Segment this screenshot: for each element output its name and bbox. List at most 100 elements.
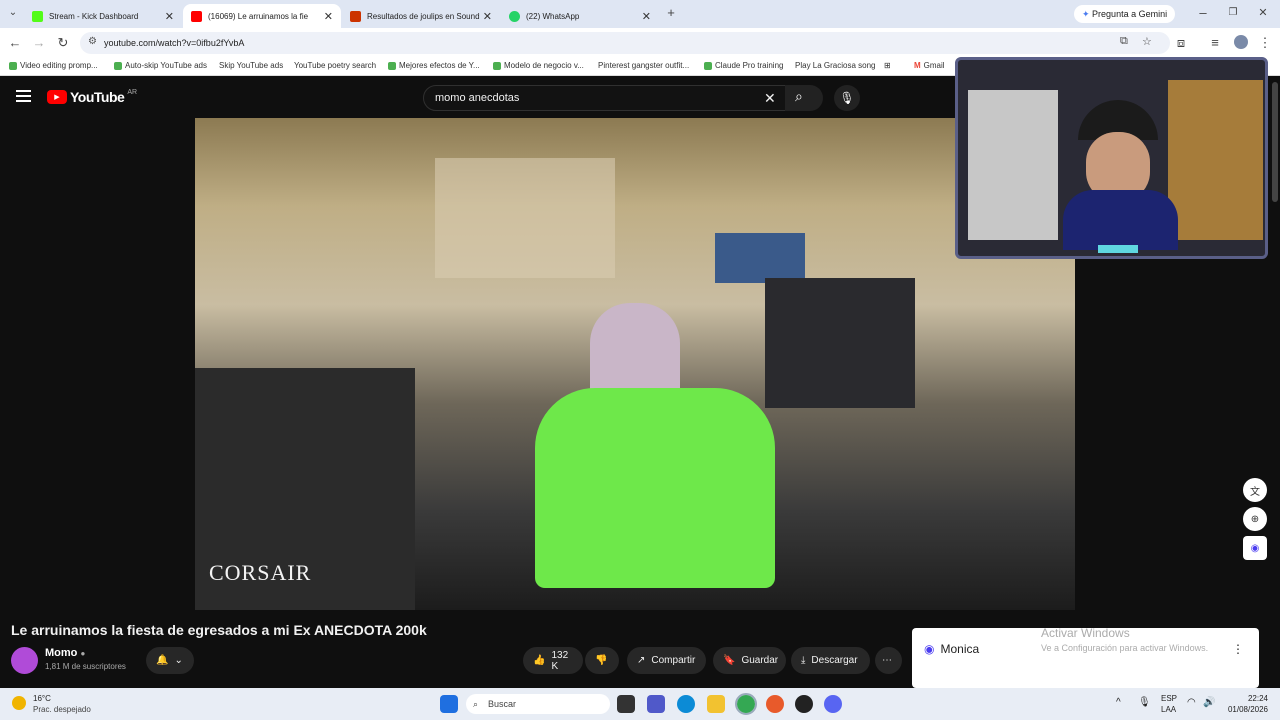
language[interactable]: ESP	[1161, 694, 1177, 703]
forward-icon[interactable]: →	[30, 34, 48, 52]
gemini-icon: ✦	[1082, 9, 1093, 19]
window-close-icon[interactable]: ✕	[1254, 4, 1272, 22]
new-tab-icon[interactable]: +	[662, 4, 680, 22]
microphone-icon[interactable]: 🎙	[1138, 697, 1151, 708]
task-view-icon[interactable]	[617, 695, 635, 713]
subscribed-bell-button[interactable]: 🔔 ⌄	[146, 647, 194, 674]
bookmark-label: Mejores efectos de Y...	[399, 61, 480, 70]
profile-avatar[interactable]	[1234, 35, 1248, 49]
start-icon[interactable]	[440, 695, 458, 713]
tab-youtube[interactable]: (16069) Le arruinamos la fie ✕	[183, 4, 341, 28]
tab-whatsapp[interactable]: (22) WhatsApp ✕	[501, 4, 659, 28]
reload-icon[interactable]: ↻	[54, 34, 72, 52]
bookmark-item[interactable]: YouTube poetry search	[294, 61, 376, 70]
volume-icon[interactable]: 🔊	[1203, 697, 1215, 708]
scrollbar[interactable]	[1272, 82, 1278, 202]
bookmark-item[interactable]: Auto-skip YouTube ads	[114, 61, 207, 70]
tab-kick[interactable]: Stream - Kick Dashboard ✕	[24, 4, 182, 28]
bookmark-item[interactable]: Skip YouTube ads	[219, 61, 283, 70]
activate-windows-title: Activar Windows	[1041, 626, 1130, 640]
youtube-icon	[191, 10, 202, 22]
bookmark-item[interactable]: M Gmail	[914, 61, 945, 70]
bookmark-item[interactable]: Claude Pro training	[704, 61, 783, 70]
chrome-icon[interactable]	[735, 693, 757, 715]
bookmark-star-icon[interactable]: ☆	[1142, 35, 1152, 48]
share-label: Compartir	[651, 655, 696, 666]
bell-icon: 🔔	[156, 655, 169, 666]
close-tab-icon[interactable]: ✕	[165, 10, 174, 23]
site-info-icon[interactable]: ⚙	[88, 36, 97, 47]
streamer-shirt	[1063, 190, 1178, 250]
bookmark-label: Claude Pro training	[715, 61, 784, 70]
discord-icon[interactable]	[824, 695, 842, 713]
search-placeholder: Buscar	[488, 699, 517, 709]
clock-time[interactable]: 22:24	[1228, 694, 1268, 703]
bookmark-item[interactable]: Pinterest gangster outfit...	[598, 61, 689, 70]
restore-icon[interactable]: ❐	[1224, 4, 1242, 22]
install-icon[interactable]: ⧉	[1120, 35, 1128, 48]
menu-icon[interactable]: ⋮	[1256, 34, 1274, 52]
app-icon[interactable]	[795, 695, 813, 713]
bookmark-icon	[493, 61, 501, 70]
channel-name-row[interactable]: Momo ●	[45, 647, 85, 659]
teams-icon[interactable]	[647, 695, 665, 713]
share-button[interactable]: ↗ Compartir	[627, 647, 706, 674]
youtube-logo[interactable]: ▶ YouTube AR	[47, 89, 137, 105]
bookmark-label: Play La Graciosa song	[795, 61, 876, 70]
taskbar-search[interactable]: ⌕ Buscar	[466, 694, 610, 714]
search-input[interactable]: momo anecdotas ✕	[423, 85, 788, 111]
hamburger-menu-icon[interactable]	[16, 90, 31, 102]
tray-chevron-icon[interactable]: ^	[1116, 697, 1121, 708]
address-bar-row: ← → ↻ ⚙ youtube.com/watch?v=0ifbu2fYvbA …	[0, 28, 1280, 58]
dislike-button[interactable]: 👎	[585, 647, 619, 674]
edge-icon[interactable]	[677, 695, 695, 713]
back-icon[interactable]: ←	[6, 34, 24, 52]
url-input[interactable]: ⚙ youtube.com/watch?v=0ifbu2fYvbA ⧉ ☆	[80, 32, 1170, 54]
bookmark-label: Auto-skip YouTube ads	[125, 61, 207, 70]
video-player[interactable]: CORSAIR	[195, 118, 1075, 610]
bookmark-item[interactable]: Modelo de negocio v...	[493, 61, 584, 70]
extension-tool-icon[interactable]: ⊕	[1243, 507, 1267, 531]
voice-search-icon[interactable]: 🎙	[834, 85, 860, 111]
gemini-button[interactable]: ✦ Pregunta a Gemini	[1074, 5, 1176, 23]
bookmark-icon	[704, 61, 712, 70]
file-explorer-icon[interactable]	[707, 695, 725, 713]
bookmark-item[interactable]: Mejores efectos de Y...	[388, 61, 480, 70]
tab-search-chevron-icon[interactable]: ⌄	[4, 4, 22, 22]
weather-icon[interactable]	[12, 696, 26, 710]
bookmark-item[interactable]: Video editing promp...	[9, 61, 98, 70]
clear-search-icon[interactable]: ✕	[764, 86, 776, 110]
keyboard-layout[interactable]: LAA	[1161, 705, 1176, 714]
gemini-label: Pregunta a Gemini	[1092, 9, 1168, 19]
channel-avatar[interactable]	[11, 647, 38, 674]
wifi-icon[interactable]: ◠	[1187, 697, 1196, 708]
close-tab-icon[interactable]: ✕	[642, 10, 651, 23]
more-actions-button[interactable]: ⋯	[875, 647, 902, 674]
app-icon[interactable]	[766, 695, 784, 713]
download-button[interactable]: ⤓ Descargar	[791, 647, 870, 674]
reading-list-icon[interactable]: ≡	[1206, 34, 1224, 52]
monica-menu-icon[interactable]: ⋮	[1232, 642, 1244, 656]
search-button[interactable]: ⌕	[785, 85, 823, 111]
url-text: youtube.com/watch?v=0ifbu2fYvbA	[104, 38, 245, 48]
close-tab-icon[interactable]: ✕	[483, 10, 492, 23]
tab-label: Resultados de joulips en Sound	[367, 11, 480, 21]
monica-launcher-icon[interactable]: ◉	[1243, 536, 1267, 560]
like-button[interactable]: 👍 132 K	[523, 647, 583, 674]
clock-date[interactable]: 01/08/2026	[1222, 705, 1268, 714]
bookmark-label: Video editing promp...	[20, 61, 98, 70]
pc-case	[765, 278, 915, 408]
search-icon: ⌕	[473, 699, 479, 709]
thumbs-down-icon: 👎	[595, 655, 608, 666]
thumbs-up-icon: 👍	[533, 655, 546, 666]
tab-soundcloud[interactable]: Resultados de joulips en Sound ✕	[342, 4, 500, 28]
apps-icon[interactable]: ⊞	[884, 61, 891, 70]
extensions-icon[interactable]: ⧈	[1172, 34, 1190, 52]
close-tab-icon[interactable]: ✕	[324, 10, 333, 23]
minimize-icon[interactable]: –	[1194, 4, 1212, 22]
bookmark-item[interactable]: Play La Graciosa song	[795, 61, 876, 70]
tab-label: (16069) Le arruinamos la fie	[208, 11, 309, 21]
translate-icon[interactable]: 文	[1243, 478, 1267, 502]
background-room	[435, 158, 615, 278]
save-button[interactable]: 🔖 Guardar	[713, 647, 786, 674]
